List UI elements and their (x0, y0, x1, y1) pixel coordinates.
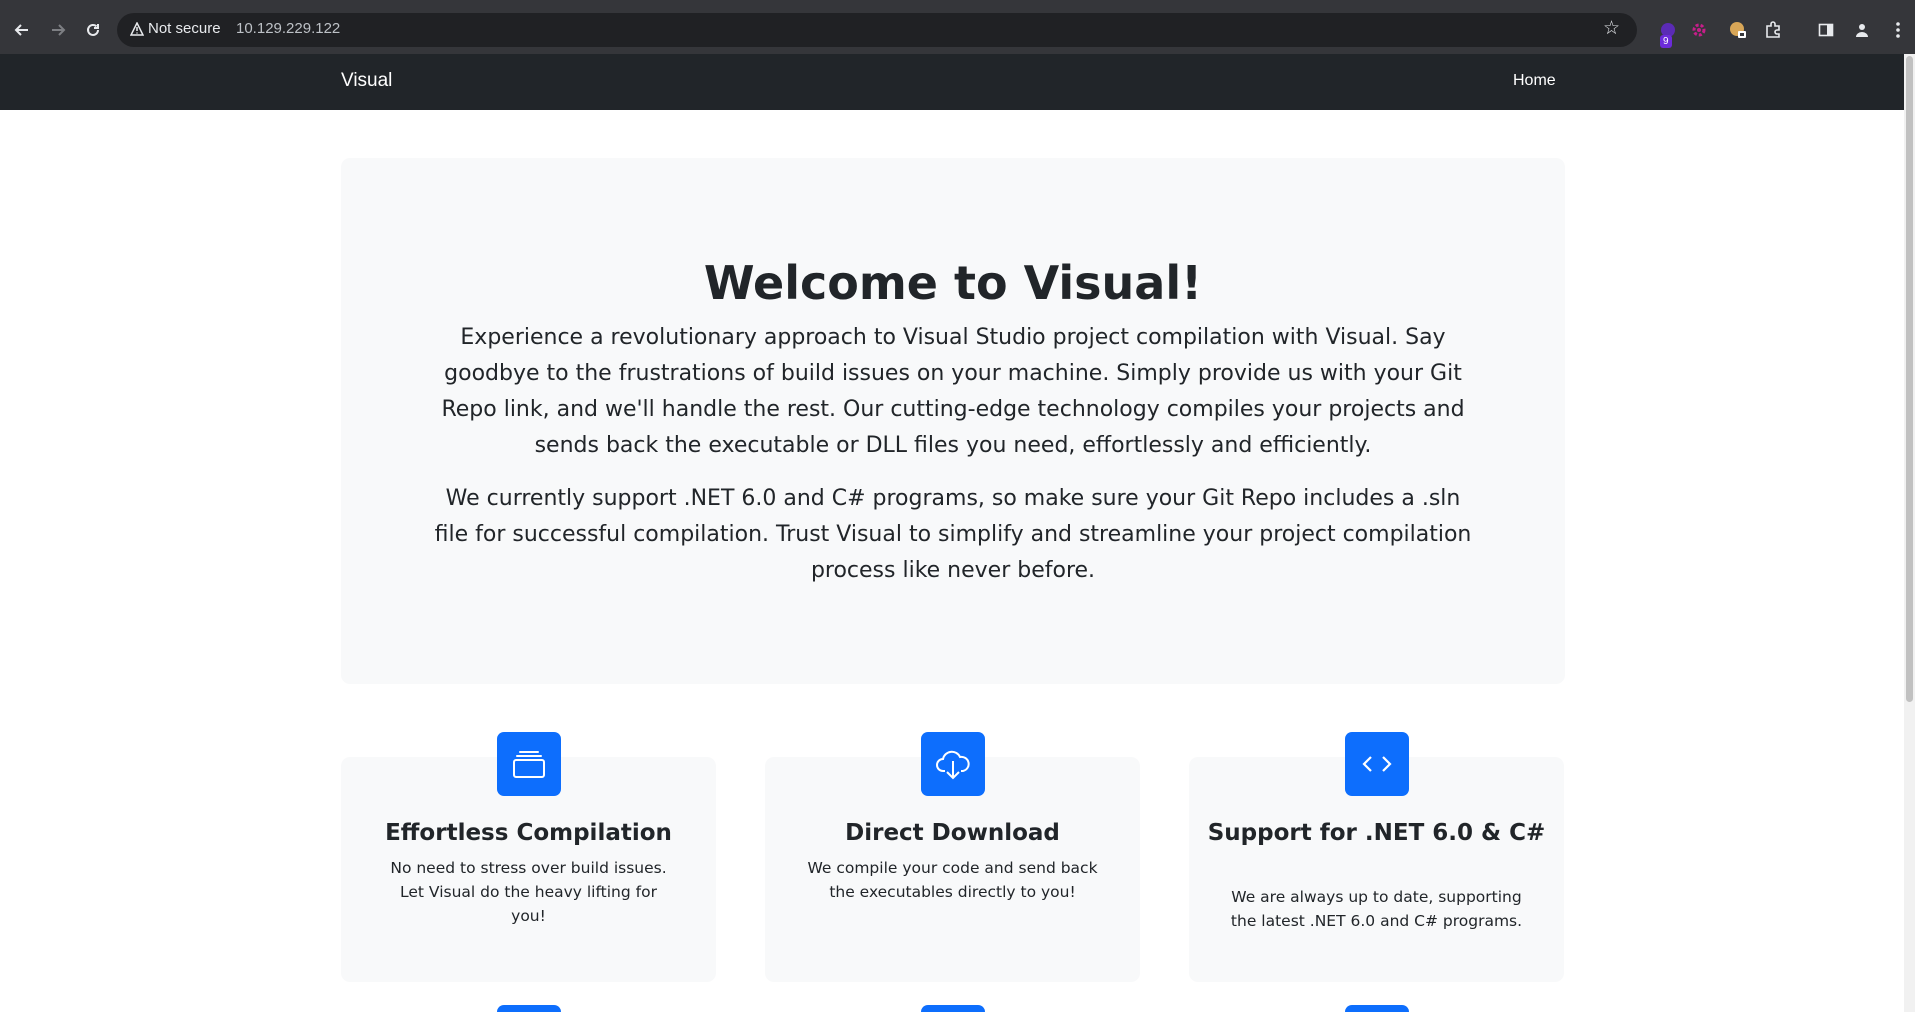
person-icon (1856, 24, 1868, 37)
extensions-menu-button[interactable] (1761, 18, 1785, 42)
side-panel-icon (1818, 23, 1834, 37)
bookmark-star-icon[interactable]: ☆ (1603, 17, 1620, 39)
collection-icon (513, 751, 545, 778)
arrow-left-icon (14, 24, 28, 36)
feature-icon-box (497, 732, 561, 796)
hero-paragraph-1: Experience a revolutionary approach to V… (441, 325, 1465, 458)
profile-button[interactable] (1850, 18, 1874, 42)
back-button[interactable] (9, 17, 35, 43)
page-title: Welcome to Visual! (703, 256, 1203, 310)
gear-icon (1692, 23, 1706, 37)
reload-button[interactable] (80, 17, 106, 43)
feature-icon-box-partial (921, 1005, 985, 1012)
site-navbar: Visual Home (0, 54, 1904, 110)
hero-paragraph-2: We currently support .NET 6.0 and C# pro… (434, 486, 1472, 583)
feature-icon-box (1345, 732, 1409, 796)
cookie-icon (1730, 22, 1746, 38)
puzzle-icon (1766, 21, 1780, 38)
browser-menu-button[interactable] (1886, 18, 1910, 42)
extension-icon-3[interactable] (1726, 18, 1750, 42)
extension-badge: 9 (1660, 35, 1672, 48)
url-text[interactable]: 10.129.229.122 (236, 20, 340, 37)
address-bar[interactable] (117, 13, 1637, 47)
feature-icon-box-partial (497, 1005, 561, 1012)
scrollbar-thumb[interactable] (1906, 56, 1913, 702)
feature-icon-box (921, 732, 985, 796)
browser-toolbar: Not secure 10.129.229.122 ☆ 9 (0, 7, 1915, 54)
nav-link-home[interactable]: Home (1513, 72, 1556, 90)
arrow-right-icon (52, 24, 66, 36)
extension-icon-2[interactable] (1687, 18, 1711, 42)
feature-description: We are always up to date, supporting the… (1230, 888, 1523, 930)
hero-section: Welcome to Visual! Experience a revoluti… (341, 158, 1565, 684)
feature-title: Direct Download (845, 820, 1060, 846)
reload-icon (87, 23, 99, 36)
security-status[interactable]: Not secure (148, 20, 221, 37)
code-icon (1362, 756, 1392, 772)
cloud-download-icon (936, 750, 970, 780)
more-vertical-icon (1896, 22, 1900, 38)
feature-title: Support for .NET 6.0 & C# (1207, 820, 1546, 846)
brand-link[interactable]: Visual (341, 70, 392, 92)
forward-button[interactable] (45, 17, 71, 43)
warning-icon (130, 22, 144, 36)
feature-description: No need to stress over build issues. Let… (390, 859, 667, 925)
browser-tab-strip (0, 0, 1915, 7)
feature-icon-box-partial (1345, 1005, 1409, 1012)
feature-title: Effortless Compilation (385, 820, 672, 846)
side-panel-button[interactable] (1814, 18, 1838, 42)
feature-description: We compile your code and send back the e… (807, 859, 1098, 901)
